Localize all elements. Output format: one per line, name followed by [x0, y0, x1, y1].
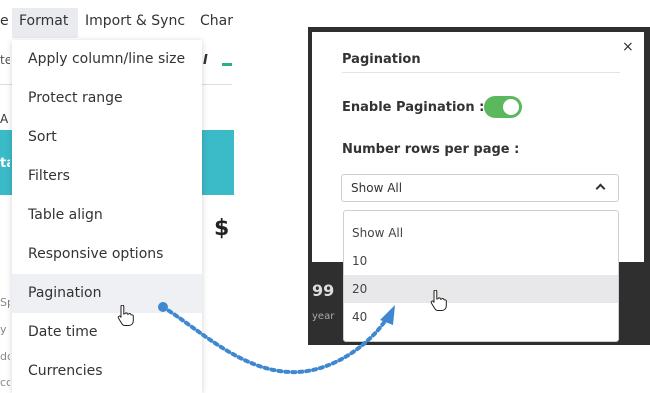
connector-arrow — [158, 302, 395, 375]
hand-cursor-icon — [117, 305, 134, 326]
hand-cursor-icon — [430, 290, 447, 311]
arrow-path — [161, 305, 389, 375]
